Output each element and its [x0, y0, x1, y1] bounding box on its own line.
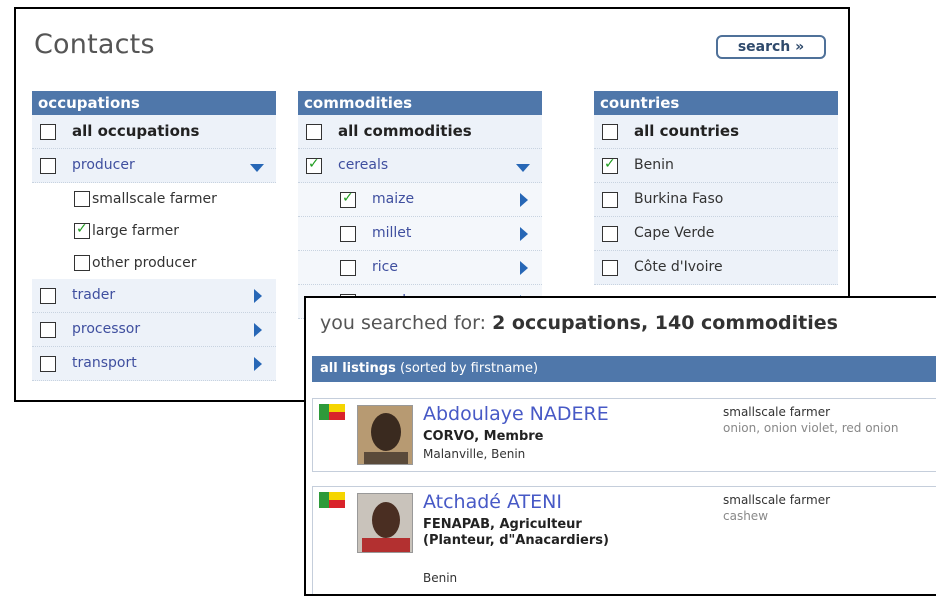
contact-occupation: smallscale farmer	[723, 405, 831, 419]
occupation-item-processor[interactable]: processor	[32, 313, 276, 347]
country-item-burkina-faso[interactable]: Burkina Faso	[594, 183, 838, 217]
occupations-header: occupations	[32, 91, 276, 115]
all-occupations-label: all occupations	[72, 122, 200, 140]
contact-name-link[interactable]: Atchadé ATENI	[423, 491, 562, 513]
commodities-column: commodities all commodities cereals maiz…	[298, 91, 542, 319]
occupation-subitem-large-farmer[interactable]: large farmer	[32, 215, 276, 247]
contact-organization: FENAPAB, Agriculteur (Planteur, d"Anacar…	[423, 517, 609, 548]
page-title: Contacts	[34, 29, 155, 60]
commodities-header: commodities	[298, 91, 542, 115]
trader-checkbox[interactable]	[40, 288, 56, 304]
all-occupations-row[interactable]: all occupations	[32, 115, 276, 149]
all-countries-row[interactable]: all countries	[594, 115, 838, 149]
chevron-right-icon[interactable]	[254, 289, 262, 303]
results-panel: you searched for: 2 occupations, 140 com…	[304, 296, 936, 596]
producer-label[interactable]: producer	[72, 157, 135, 173]
search-summary-terms: 2 occupations, 140 commodities	[492, 312, 838, 334]
contact-location: Benin	[423, 571, 458, 585]
benin-flag-icon	[319, 404, 345, 420]
cote-divoire-label: Côte d'Ivoire	[634, 259, 723, 275]
listing-header: all listings (sorted by firstname)	[312, 356, 936, 382]
chevron-right-icon[interactable]	[520, 193, 528, 207]
large-farmer-label: large farmer	[92, 223, 179, 239]
smallscale-farmer-checkbox[interactable]	[74, 191, 90, 207]
chevron-down-icon[interactable]	[516, 164, 530, 172]
countries-column: countries all countries Benin Burkina Fa…	[594, 91, 838, 285]
occupation-subitem-smallscale-farmer[interactable]: smallscale farmer	[32, 183, 276, 215]
cereals-checkbox[interactable]	[306, 156, 322, 174]
trader-label[interactable]: trader	[72, 287, 115, 303]
benin-checkbox[interactable]	[602, 156, 618, 174]
country-item-benin[interactable]: Benin	[594, 149, 838, 183]
country-item-cote-divoire[interactable]: Côte d'Ivoire	[594, 251, 838, 285]
processor-label[interactable]: processor	[72, 321, 140, 337]
chevron-down-icon[interactable]	[250, 164, 264, 172]
chevron-right-icon[interactable]	[254, 357, 262, 371]
all-commodities-row[interactable]: all commodities	[298, 115, 542, 149]
occupation-item-trader[interactable]: trader	[32, 279, 276, 313]
avatar[interactable]	[357, 405, 413, 465]
contact-location: Malanville, Benin	[423, 447, 526, 461]
occupation-item-producer[interactable]: producer	[32, 149, 276, 183]
producer-checkbox[interactable]	[40, 158, 56, 174]
list-item: Abdoulaye NADERE CORVO, Membre Malanvill…	[312, 398, 936, 472]
cape-verde-label: Cape Verde	[634, 225, 715, 241]
millet-checkbox[interactable]	[340, 226, 356, 242]
commodity-item-maize[interactable]: maize	[298, 183, 542, 217]
burkina-faso-checkbox[interactable]	[602, 192, 618, 208]
all-countries-label: all countries	[634, 122, 739, 140]
country-item-cape-verde[interactable]: Cape Verde	[594, 217, 838, 251]
transport-checkbox[interactable]	[40, 356, 56, 372]
contact-name-link[interactable]: Abdoulaye NADERE	[423, 403, 609, 425]
other-producer-label: other producer	[92, 255, 197, 271]
contact-organization: CORVO, Membre	[423, 429, 544, 444]
listing-title: all listings	[320, 361, 396, 376]
burkina-faso-label: Burkina Faso	[634, 191, 724, 207]
cereals-label[interactable]: cereals	[338, 157, 388, 173]
rice-label[interactable]: rice	[372, 259, 398, 275]
large-farmer-checkbox[interactable]	[74, 221, 90, 239]
occupation-subitem-other-producer[interactable]: other producer	[32, 247, 276, 279]
all-occupations-checkbox[interactable]	[40, 124, 56, 140]
commodity-item-millet[interactable]: millet	[298, 217, 542, 251]
millet-label[interactable]: millet	[372, 225, 411, 241]
all-commodities-label: all commodities	[338, 122, 472, 140]
avatar[interactable]	[357, 493, 413, 553]
cape-verde-checkbox[interactable]	[602, 226, 618, 242]
search-summary: you searched for: 2 occupations, 140 com…	[320, 312, 838, 334]
all-countries-checkbox[interactable]	[602, 124, 618, 140]
contact-commodities: cashew	[723, 509, 769, 523]
list-item: Atchadé ATENI FENAPAB, Agriculteur (Plan…	[312, 486, 936, 594]
all-commodities-checkbox[interactable]	[306, 124, 322, 140]
search-button[interactable]: search »	[716, 35, 826, 59]
rice-checkbox[interactable]	[340, 260, 356, 276]
occupations-column: occupations all occupations producer sma…	[32, 91, 276, 381]
chevron-right-icon[interactable]	[520, 227, 528, 241]
commodity-item-rice[interactable]: rice	[298, 251, 542, 285]
maize-label[interactable]: maize	[372, 191, 414, 207]
contact-occupation: smallscale farmer	[723, 493, 831, 507]
search-summary-prefix: you searched for:	[320, 312, 487, 334]
processor-checkbox[interactable]	[40, 322, 56, 338]
listing-sort: (sorted by firstname)	[399, 361, 539, 376]
cote-divoire-checkbox[interactable]	[602, 260, 618, 276]
transport-label[interactable]: transport	[72, 355, 137, 371]
chevron-right-icon[interactable]	[254, 323, 262, 337]
smallscale-farmer-label: smallscale farmer	[92, 191, 217, 207]
commodity-item-cereals[interactable]: cereals	[298, 149, 542, 183]
maize-checkbox[interactable]	[340, 190, 356, 208]
occupation-item-transport[interactable]: transport	[32, 347, 276, 381]
chevron-right-icon[interactable]	[520, 261, 528, 275]
countries-header: countries	[594, 91, 838, 115]
contact-commodities: onion, onion violet, red onion	[723, 421, 899, 435]
benin-flag-icon	[319, 492, 345, 508]
benin-label: Benin	[634, 157, 674, 173]
other-producer-checkbox[interactable]	[74, 255, 90, 271]
